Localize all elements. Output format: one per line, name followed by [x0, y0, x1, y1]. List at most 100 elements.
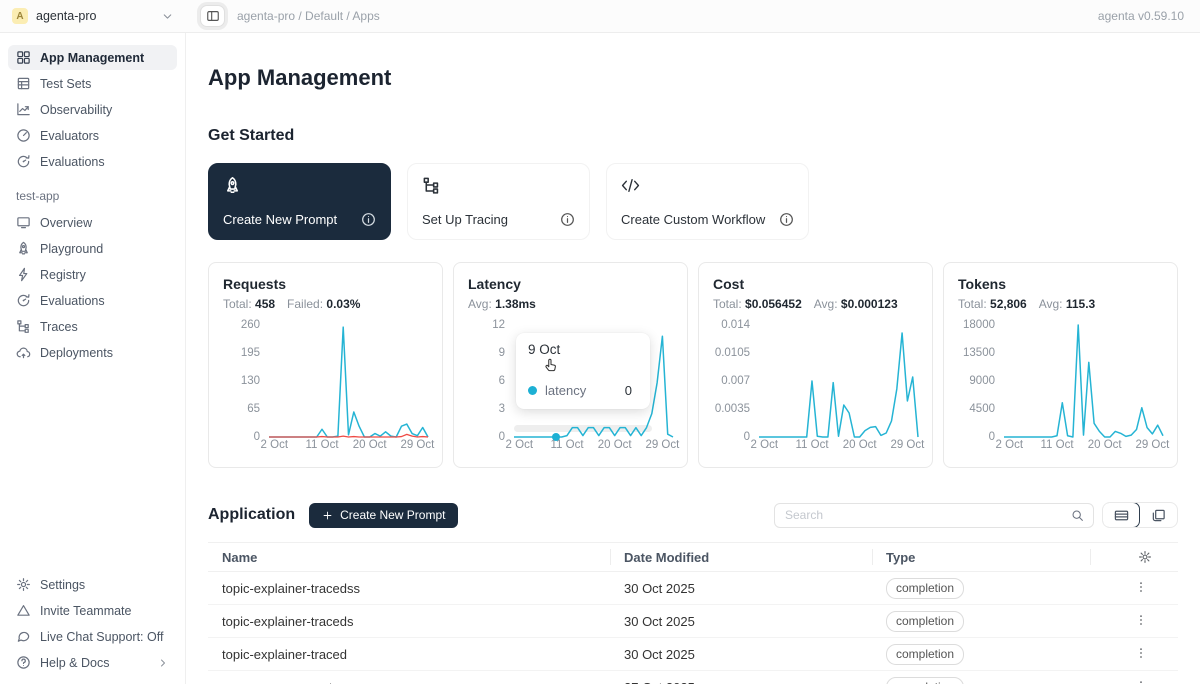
chart-card-cost: Cost Total: $0.056452Avg: $0.000123 00.0…: [698, 262, 933, 468]
help-icon: [16, 655, 31, 670]
search-input[interactable]: [775, 508, 1061, 522]
sidebar-item-evaluations-app[interactable]: Evaluations: [8, 288, 177, 313]
column-header-type[interactable]: Type: [872, 543, 1090, 571]
app-date-modified: 30 Oct 2025: [610, 581, 872, 596]
chart-title: Requests: [223, 276, 428, 292]
gear-icon: [16, 577, 31, 592]
sidebar-item-evaluations[interactable]: Evaluations: [8, 149, 177, 174]
sidebar-item-deployments[interactable]: Deployments: [8, 340, 177, 365]
chart-stats: Total: 52,806 Avg: 115.3: [958, 297, 1163, 311]
table-row[interactable]: career-assessment27 Oct 2025completion: [208, 671, 1178, 684]
sidebar-item-playground[interactable]: Playground: [8, 236, 177, 261]
plot-area[interactable]: 2 Oct11 Oct20 Oct29 Oct: [1004, 325, 1163, 437]
chat-icon: [16, 629, 31, 644]
active-point-marker: [552, 433, 560, 441]
sidebar-item-overview[interactable]: Overview: [8, 210, 177, 235]
y-axis: 00.00350.0070.01050.014: [713, 325, 759, 437]
sidebar-item-evaluators[interactable]: Evaluators: [8, 123, 177, 148]
sidebar-main-nav: App ManagementTest SetsObservability Eval…: [8, 45, 177, 175]
app-date-modified: 27 Oct 2025: [610, 680, 872, 684]
table-view-icon: [1114, 508, 1129, 523]
app-name: career-assessment: [208, 680, 610, 684]
app-name: topic-explainer-traced: [208, 647, 610, 662]
create-new-prompt-button[interactable]: Create New Prompt: [309, 503, 458, 528]
sidebar-item-traces[interactable]: Traces: [8, 314, 177, 339]
sidebar-item-app-management[interactable]: App Management: [8, 45, 177, 70]
search-box: [774, 503, 1094, 528]
tooltip-date: 9 Oct: [528, 342, 638, 357]
table-body: topic-explainer-tracedss30 Oct 2025compl…: [208, 572, 1178, 684]
table-header: NameDate ModifiedType: [208, 543, 1178, 572]
workspace-switcher[interactable]: A agenta-pro: [0, 8, 186, 24]
sidebar-item-test-sets[interactable]: Test Sets: [8, 71, 177, 96]
table-row[interactable]: topic-explainer-tracedss30 Oct 2025compl…: [208, 572, 1178, 605]
sidebar-item-invite-teammate[interactable]: Invite Teammate: [8, 598, 177, 623]
sidebar-item-help-docs[interactable]: Help & Docs: [8, 650, 177, 675]
search-button[interactable]: [1061, 504, 1093, 527]
sidebar-item-registry[interactable]: Registry: [8, 262, 177, 287]
bolt-icon: [16, 267, 31, 282]
row-menu-button[interactable]: [1132, 579, 1150, 597]
sidebar-footer: Settings Invite Teammate Live Chat Support…: [8, 572, 177, 676]
main-content: App Management Get Started Create New Pr…: [186, 33, 1200, 684]
refresh-gauge-icon: [16, 154, 31, 169]
get-started-card-create-custom-workflow[interactable]: Create Custom Workflow: [606, 163, 809, 240]
column-settings[interactable]: [1090, 543, 1178, 571]
mouse-cursor-icon: [542, 357, 560, 375]
column-header-date-modified[interactable]: Date Modified: [610, 543, 872, 571]
chart-card-tokens: Tokens Total: 52,806Avg: 115.3 045009000…: [943, 262, 1178, 468]
view-switcher: [1102, 502, 1178, 528]
row-menu-button[interactable]: [1132, 612, 1150, 630]
dots-vertical-icon: [1134, 679, 1148, 684]
get-started-card-create-new-prompt[interactable]: Create New Prompt: [208, 163, 391, 240]
chart-icon: [16, 102, 31, 117]
search-icon: [1071, 509, 1084, 522]
get-started-title: Get Started: [208, 127, 1178, 145]
charts-row: Requests Total: 458Failed: 0.03% 0651301…: [208, 262, 1178, 468]
plot-area[interactable]: 2 Oct11 Oct20 Oct29 Oct: [759, 325, 918, 437]
sidebar-item-label: Registry: [40, 268, 86, 282]
chart-stat: Failed: 0.03%: [287, 297, 360, 311]
row-menu-button[interactable]: [1132, 645, 1150, 663]
app-name: topic-explainer-traceds: [208, 614, 610, 629]
rocket-icon: [223, 176, 242, 195]
table-row[interactable]: topic-explainer-traced30 Oct 2025complet…: [208, 638, 1178, 671]
dots-vertical-icon: [1134, 646, 1148, 660]
sidebar-item-observability[interactable]: Observability: [8, 97, 177, 122]
info-icon: [361, 212, 376, 227]
get-started-card-set-up-tracing[interactable]: Set Up Tracing: [407, 163, 590, 240]
column-header-name[interactable]: Name: [208, 543, 610, 571]
table-row[interactable]: topic-explainer-traceds30 Oct 2025comple…: [208, 605, 1178, 638]
sidebar-item-label: Evaluators: [40, 129, 99, 143]
sidebar-item-label: Evaluations: [40, 294, 105, 308]
chart-stat: Total: 52,806: [958, 297, 1027, 311]
sidebar-item-settings[interactable]: Settings: [8, 572, 177, 597]
row-menu-button[interactable]: [1132, 678, 1150, 684]
table-icon: [16, 76, 31, 91]
sidebar: App ManagementTest SetsObservability Eval…: [0, 33, 186, 684]
code-icon: [621, 176, 640, 195]
x-axis: 2 Oct11 Oct20 Oct29 Oct: [514, 439, 673, 455]
plot-area[interactable]: 2 Oct11 Oct20 Oct29 Oct: [269, 325, 428, 437]
application-title: Application: [208, 506, 295, 524]
workspace-avatar: A: [12, 8, 28, 24]
create-new-prompt-button-label: Create New Prompt: [340, 508, 445, 522]
plus-icon: [322, 510, 333, 521]
chart-stat: Avg: $0.000123: [814, 297, 898, 311]
sidebar-collapse-button[interactable]: [200, 5, 225, 27]
trace-icon: [422, 176, 441, 195]
cloud-icon: [16, 345, 31, 360]
card-view-button[interactable]: [1139, 503, 1177, 527]
chart-stats: Avg: 1.38ms: [468, 297, 673, 311]
y-axis: 036912: [468, 325, 514, 437]
tooltip-series-dot: [528, 386, 537, 395]
sidebar-item-live-chat-support[interactable]: Live Chat Support: Off: [8, 624, 177, 649]
x-axis: 2 Oct11 Oct20 Oct29 Oct: [1004, 439, 1163, 455]
table-view-button[interactable]: [1102, 502, 1140, 528]
chart-stat: Avg: 115.3: [1039, 297, 1096, 311]
dots-vertical-icon: [1134, 613, 1148, 627]
sidebar-item-label: Deployments: [40, 346, 113, 360]
info-icon: [560, 212, 575, 227]
workspace-name: agenta-pro: [36, 9, 96, 23]
sidebar-item-label: Invite Teammate: [40, 604, 131, 618]
